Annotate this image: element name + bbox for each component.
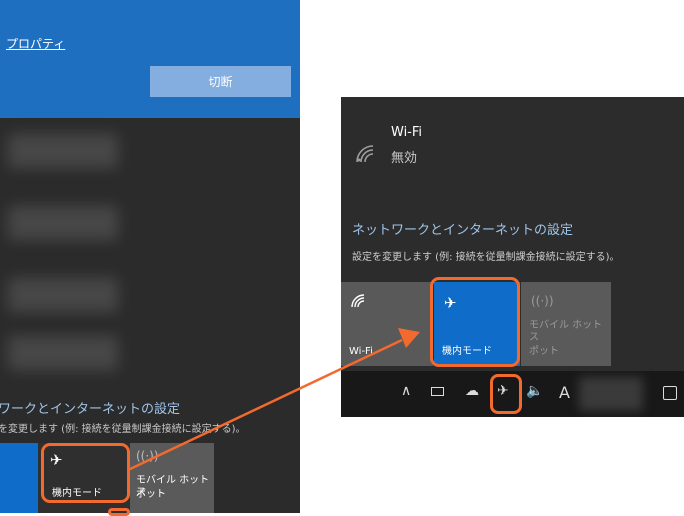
connected-network-card: プロパティ 切断 [0, 0, 300, 118]
mobile-hotspot-tile[interactable]: ((·)) モバイル ホットス ポット [130, 443, 214, 513]
wifi-status: 無効 [391, 151, 418, 166]
highlight-taskbar-airplane [490, 374, 522, 414]
wifi-icon [355, 144, 377, 169]
mobile-hotspot-tile[interactable]: ((·)) モバイル ホットス ポット [521, 282, 611, 366]
right-network-flyout: Wi-Fi 無効 ネットワークとインターネットの設定 設定を変更します (例: … [341, 97, 684, 417]
wifi-tile[interactable]: Wi-Fi [341, 282, 433, 366]
network-settings-description: 設定を変更します (例: 接続を従量制課金接続に設定する)。 [352, 252, 620, 263]
network-list-item[interactable] [0, 118, 300, 190]
highlight-airplane-tile-left [41, 443, 130, 503]
clock-area[interactable] [579, 377, 643, 411]
wifi-tile-label: Wi-Fi [349, 346, 373, 357]
hotspot-icon: ((·)) [136, 449, 159, 463]
network-list-item[interactable] [0, 190, 300, 262]
show-hidden-icons-chevron[interactable]: ∧ [401, 383, 411, 399]
hotspot-icon: ((·)) [531, 294, 554, 308]
hotspot-label-line2: ポット [529, 346, 559, 357]
properties-link[interactable]: プロパティ [6, 35, 65, 52]
disconnect-button[interactable]: 切断 [150, 66, 291, 97]
onedrive-cloud-icon[interactable]: ☁ [465, 383, 479, 399]
network-settings-link[interactable]: ネットワークとインターネットの設定 [352, 219, 573, 238]
hotspot-label-line1: モバイル ホットス [529, 320, 603, 343]
wifi-icon [351, 294, 367, 312]
wifi-tile[interactable] [0, 443, 38, 513]
network-settings-link[interactable]: ワークとインターネットの設定 [0, 398, 180, 417]
network-list-item[interactable] [0, 320, 300, 392]
battery-icon[interactable] [431, 387, 444, 396]
network-settings-description: を変更します (例: 接続を従量制課金接続に設定する)。 [0, 424, 246, 435]
wifi-title: Wi-Fi [391, 125, 423, 140]
notification-icon[interactable] [663, 386, 677, 400]
ime-indicator[interactable]: A [559, 383, 570, 402]
left-network-flyout: プロパティ 切断 ワークとインターネットの設定 を変更します (例: 接続を従量… [0, 0, 300, 513]
volume-icon[interactable]: 🔈 [526, 383, 543, 399]
hotspot-label-line2: ポット [136, 489, 166, 500]
highlight-marker-bottom [108, 508, 130, 516]
highlight-airplane-tile-right [430, 277, 520, 367]
